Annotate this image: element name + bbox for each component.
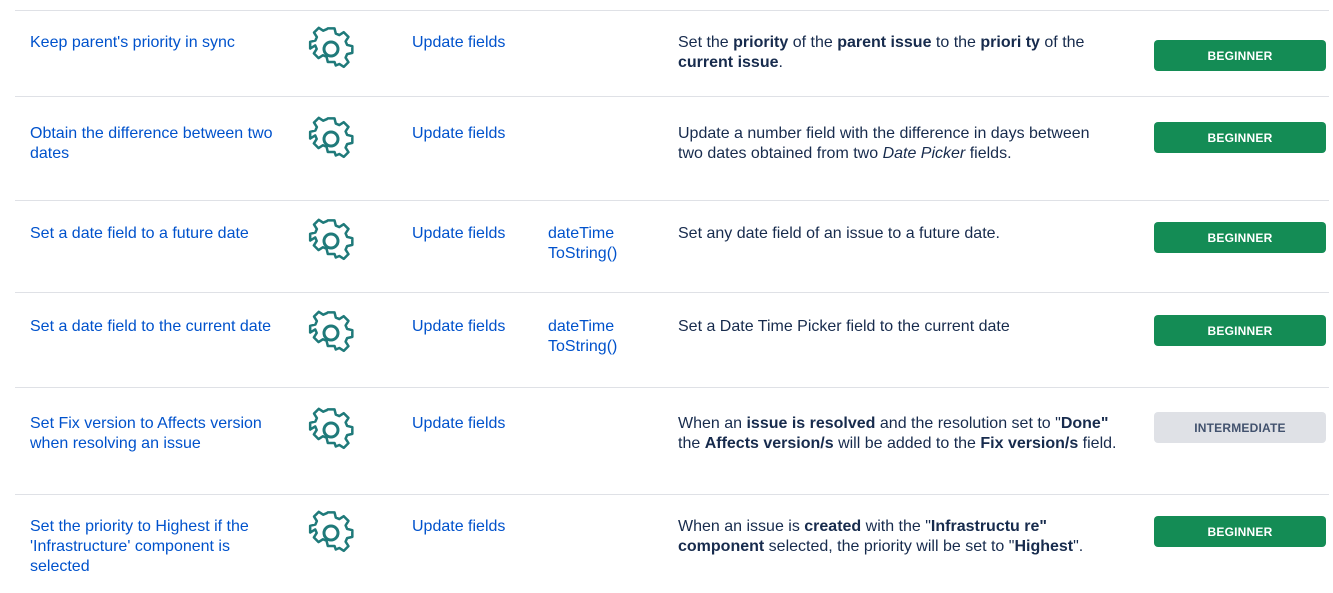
use-case-table: Keep parent's priority in sync Update fi… bbox=[0, 0, 1333, 593]
update-fields-link[interactable]: Update fields bbox=[412, 124, 522, 144]
use-case-title-link[interactable]: Obtain the difference between two dates bbox=[30, 124, 275, 164]
update-fields-link[interactable]: Update fields bbox=[412, 317, 522, 337]
table-row: Set a date field to a future date Update… bbox=[15, 201, 1329, 293]
use-case-title-link[interactable]: Set a date field to a future date bbox=[30, 224, 275, 244]
level-badge: BEGINNER bbox=[1154, 222, 1326, 253]
use-case-title-link[interactable]: Keep parent's priority in sync bbox=[30, 33, 275, 53]
table-row: Keep parent's priority in sync Update fi… bbox=[15, 11, 1329, 97]
gear-icon bbox=[307, 309, 367, 369]
update-fields-link[interactable]: Update fields bbox=[412, 33, 522, 53]
gear-icon bbox=[307, 25, 367, 85]
level-badge: BEGINNER bbox=[1154, 122, 1326, 153]
use-case-title-link[interactable]: Set the priority to Highest if the 'Infr… bbox=[30, 517, 275, 577]
level-badge: BEGINNER bbox=[1154, 315, 1326, 346]
use-case-description: Set any date field of an issue to a futu… bbox=[678, 225, 1000, 242]
level-badge: BEGINNER bbox=[1154, 516, 1326, 547]
table-row: Obtain the difference between two dates … bbox=[15, 97, 1329, 201]
function-link[interactable]: dateTime ToString() bbox=[548, 224, 668, 264]
update-fields-link[interactable]: Update fields bbox=[412, 517, 522, 537]
level-badge: BEGINNER bbox=[1154, 40, 1326, 71]
gear-icon bbox=[307, 217, 367, 277]
use-case-description: Update a number field with the differenc… bbox=[678, 125, 1090, 162]
use-case-title-link[interactable]: Set Fix version to Affects version when … bbox=[30, 414, 275, 454]
table-row: Set Fix version to Affects version when … bbox=[15, 388, 1329, 495]
gear-icon bbox=[307, 509, 367, 569]
table-row: Set the priority to Highest if the 'Infr… bbox=[15, 495, 1329, 593]
update-fields-link[interactable]: Update fields bbox=[412, 414, 522, 434]
function-link[interactable]: dateTime ToString() bbox=[548, 317, 668, 357]
use-case-description: When an issue is resolved and the resolu… bbox=[678, 415, 1117, 452]
table-row: Set a date field to the current date Upd… bbox=[15, 293, 1329, 388]
level-badge: INTERMEDIATE bbox=[1154, 412, 1326, 443]
use-case-description: Set the priority of the parent issue to … bbox=[678, 34, 1085, 71]
gear-icon bbox=[307, 115, 367, 175]
use-case-description: Set a Date Time Picker field to the curr… bbox=[678, 318, 1010, 335]
use-case-description: When an issue is created with the "Infra… bbox=[678, 518, 1084, 555]
update-fields-link[interactable]: Update fields bbox=[412, 224, 522, 244]
gear-icon bbox=[307, 406, 367, 466]
use-case-title-link[interactable]: Set a date field to the current date bbox=[30, 317, 275, 337]
